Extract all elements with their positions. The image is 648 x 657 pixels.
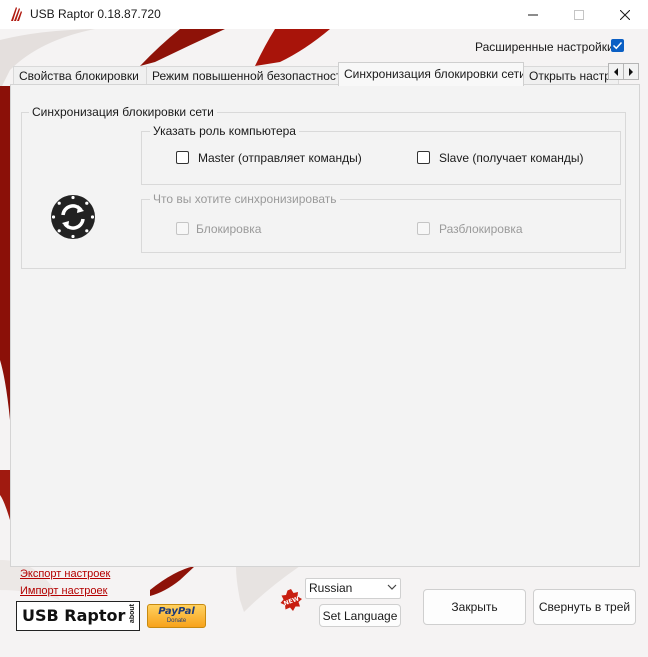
logo-text: USB Raptor <box>22 606 126 625</box>
set-language-button[interactable]: Set Language <box>319 604 401 627</box>
chevron-left-icon <box>614 67 618 76</box>
network-sync-group: Синхронизация блокировки сети Указать ро… <box>21 105 626 269</box>
computer-role-group: Указать роль компьютера Master (отправля… <box>141 124 621 185</box>
tab-scroll-right[interactable] <box>623 63 639 80</box>
language-select[interactable]: Russian <box>305 578 401 599</box>
master-checkbox-label: Master (отправляет команды) <box>198 151 362 165</box>
tab-panel: Синхронизация блокировки сети Указать ро… <box>10 84 640 567</box>
advanced-settings-label: Расширенные настройки <box>475 40 614 54</box>
window-title: USB Raptor 0.18.87.720 <box>30 7 161 21</box>
close-app-button[interactable]: Закрыть <box>423 589 526 625</box>
maximize-icon <box>574 9 584 20</box>
new-badge-icon: NEW <box>280 589 302 611</box>
lock-sync-checkbox <box>176 222 189 235</box>
chevron-right-icon <box>629 67 633 76</box>
computer-role-group-title: Указать роль компьютера <box>150 124 299 138</box>
checkmark-icon <box>612 41 623 50</box>
logo-about: about <box>129 604 136 624</box>
sync-icon <box>51 195 95 239</box>
chevron-down-icon <box>387 584 397 590</box>
title-bar: USB Raptor 0.18.87.720 <box>0 0 648 29</box>
raptor-claw-icon <box>11 7 22 21</box>
tab-high-security[interactable]: Режим повышенной безопастности <box>146 66 339 85</box>
usb-raptor-logo[interactable]: USB Raptor about <box>16 601 140 631</box>
minimize-to-tray-button[interactable]: Свернуть в трей <box>533 589 636 625</box>
unlock-sync-checkbox <box>417 222 430 235</box>
unlock-sync-checkbox-label: Разблокировка <box>439 222 523 236</box>
sync-what-group: Что вы хотите синхронизировать Блокировк… <box>141 192 621 253</box>
close-icon <box>620 9 630 20</box>
close-button[interactable] <box>602 0 648 29</box>
minimize-button[interactable] <box>510 0 556 29</box>
advanced-settings-checkbox[interactable] <box>611 39 624 52</box>
paypal-donate-button[interactable]: PayPal Donate <box>147 604 206 628</box>
tab-lock-properties[interactable]: Свойства блокировки <box>13 66 148 85</box>
language-select-value: Russian <box>309 581 353 595</box>
master-checkbox[interactable] <box>176 151 189 164</box>
network-sync-group-title: Синхронизация блокировки сети <box>29 105 217 119</box>
export-settings-link[interactable]: Экспорт настроек <box>20 568 110 580</box>
lock-sync-checkbox-label: Блокировка <box>196 222 262 236</box>
minimize-icon <box>528 14 538 15</box>
slave-checkbox[interactable] <box>417 151 430 164</box>
sync-what-group-title: Что вы хотите синхронизировать <box>150 192 340 206</box>
tab-open-settings[interactable]: Открыть настр <box>523 66 619 85</box>
tab-scroll-left[interactable] <box>608 63 624 80</box>
import-settings-link[interactable]: Импорт настроек <box>20 585 107 597</box>
tab-network-sync[interactable]: Синхронизация блокировки сети <box>338 62 524 86</box>
slave-checkbox-label: Slave (получает команды) <box>439 151 584 165</box>
maximize-button <box>556 0 602 29</box>
